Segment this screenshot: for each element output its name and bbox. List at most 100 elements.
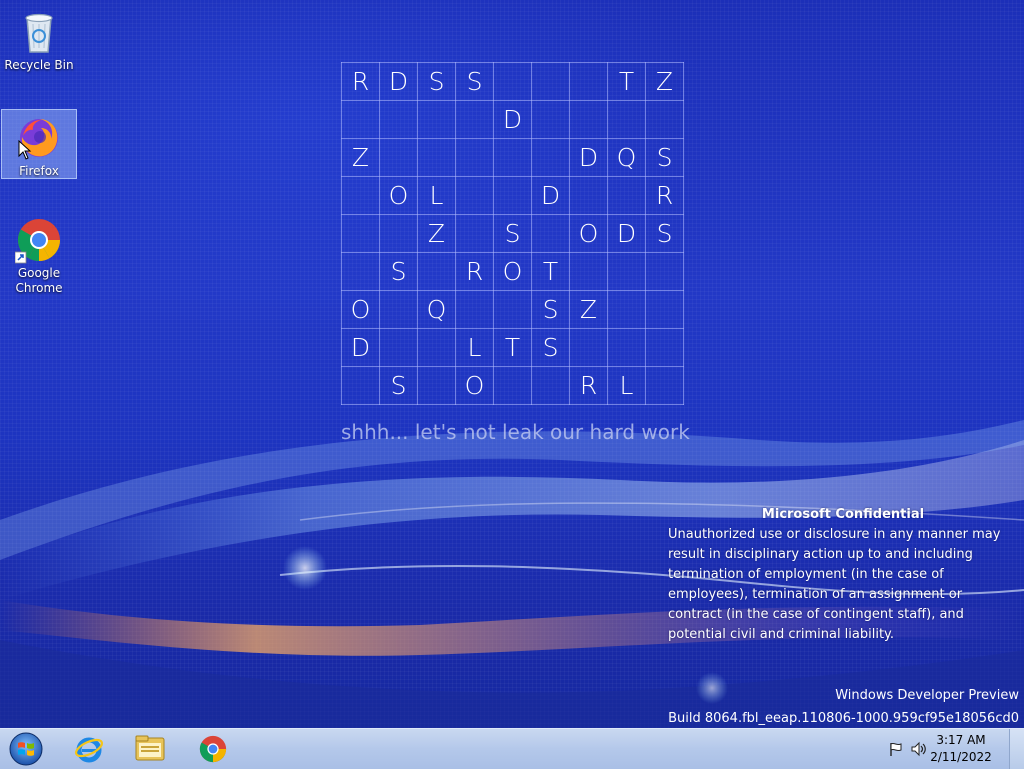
puzzle-cell — [645, 252, 684, 291]
taskbar-internet-explorer[interactable] — [63, 731, 115, 767]
taskbar: 3:17 AM 2/11/2022 — [0, 728, 1024, 769]
puzzle-cell: S — [455, 62, 494, 101]
desktop-icon-firefox[interactable]: Firefox — [1, 109, 77, 179]
puzzle-cell: R — [341, 62, 380, 101]
puzzle-cell — [417, 366, 456, 405]
puzzle-cell: Z — [417, 214, 456, 253]
puzzle-cell: D — [493, 100, 532, 139]
recycle-bin-icon — [25, 13, 53, 53]
puzzle-cell — [341, 252, 380, 291]
puzzle-cell: S — [531, 290, 570, 329]
puzzle-cell: S — [379, 366, 418, 405]
puzzle-cell — [569, 328, 608, 367]
start-button[interactable] — [0, 731, 52, 767]
puzzle-cell — [645, 366, 684, 405]
puzzle-cell — [341, 100, 380, 139]
puzzle-cell — [341, 214, 380, 253]
puzzle-row: D — [341, 100, 684, 139]
internet-explorer-icon — [74, 737, 104, 763]
puzzle-row: SROT — [341, 252, 684, 291]
desktop-icon-label: Firefox — [19, 164, 59, 178]
puzzle-cell: R — [569, 366, 608, 405]
show-desktop-button[interactable] — [1009, 729, 1024, 769]
mouse-cursor-icon — [18, 140, 32, 160]
puzzle-cell — [607, 176, 646, 215]
desktop-icon-recycle-bin[interactable]: Recycle Bin — [1, 4, 77, 74]
puzzle-cell: Z — [645, 62, 684, 101]
puzzle-cell: R — [645, 176, 684, 215]
puzzle-cell — [455, 100, 494, 139]
puzzle-row: OL D R — [341, 176, 684, 215]
puzzle-cell: O — [569, 214, 608, 253]
puzzle-cell — [607, 290, 646, 329]
puzzle-cell — [493, 366, 532, 405]
puzzle-cell — [341, 176, 380, 215]
puzzle-cell — [379, 290, 418, 329]
puzzle-cell: T — [531, 252, 570, 291]
puzzle-cell — [379, 138, 418, 177]
system-tray: 3:17 AM 2/11/2022 — [884, 729, 1024, 769]
taskbar-google-chrome[interactable] — [187, 731, 239, 767]
puzzle-cell: S — [417, 62, 456, 101]
puzzle-cell: D — [341, 328, 380, 367]
puzzle-cell — [569, 176, 608, 215]
puzzle-cell: D — [607, 214, 646, 253]
puzzle-cell — [645, 290, 684, 329]
puzzle-cell: D — [531, 176, 570, 215]
puzzle-cell: S — [379, 252, 418, 291]
puzzle-cell — [531, 100, 570, 139]
puzzle-cell: O — [493, 252, 532, 291]
desktop-icon-label: Google Chrome — [15, 266, 63, 295]
puzzle-cell — [417, 138, 456, 177]
puzzle-cell — [531, 138, 570, 177]
taskbar-clock[interactable]: 3:17 AM 2/11/2022 — [926, 732, 996, 766]
puzzle-row: RDSS TZ — [341, 62, 684, 101]
puzzle-cell — [417, 328, 456, 367]
desktop-background: Recycle Bin Firefox Google Chrome RDSSTZ… — [0, 0, 1024, 728]
puzzle-cell — [607, 252, 646, 291]
puzzle-cell: Z — [341, 138, 380, 177]
puzzle-caption: shhh... let's not leak our hard work — [341, 420, 690, 444]
puzzle-cell — [569, 252, 608, 291]
puzzle-cell — [493, 138, 532, 177]
taskbar-file-explorer[interactable] — [125, 731, 177, 767]
puzzle-cell: D — [379, 62, 418, 101]
puzzle-cell: Z — [569, 290, 608, 329]
puzzle-cell: R — [455, 252, 494, 291]
puzzle-cell — [417, 252, 456, 291]
puzzle-cell — [493, 176, 532, 215]
puzzle-cell — [531, 214, 570, 253]
puzzle-cell: L — [417, 176, 456, 215]
puzzle-cell — [531, 366, 570, 405]
puzzle-cell — [607, 100, 646, 139]
puzzle-cell: O — [341, 290, 380, 329]
puzzle-cell — [341, 366, 380, 405]
puzzle-cell: S — [531, 328, 570, 367]
puzzle-cell — [379, 214, 418, 253]
watermark-edition: Windows Developer Preview — [835, 688, 1019, 703]
puzzle-cell — [493, 290, 532, 329]
puzzle-cell: S — [645, 214, 684, 253]
puzzle-cell: S — [645, 138, 684, 177]
puzzle-cell: Q — [417, 290, 456, 329]
puzzle-cell — [569, 100, 608, 139]
puzzle-cell — [455, 138, 494, 177]
puzzle-cell: D — [569, 138, 608, 177]
puzzle-cell — [417, 100, 456, 139]
puzzle-cell — [645, 100, 684, 139]
chrome-icon — [199, 735, 227, 763]
puzzle-row: OQ SZ — [341, 290, 684, 329]
clock-time: 3:17 AM — [936, 733, 986, 747]
action-center-flag-icon[interactable] — [888, 741, 904, 757]
puzzle-cell: O — [455, 366, 494, 405]
desktop-icon-google-chrome[interactable]: Google Chrome — [1, 212, 77, 298]
puzzle-row: Z DQS — [341, 138, 684, 177]
puzzle-cell: S — [493, 214, 532, 253]
puzzle-cell — [455, 214, 494, 253]
confidential-notice: Microsoft Confidential Unauthorized use … — [668, 505, 1018, 645]
puzzle-cell: L — [455, 328, 494, 367]
puzzle-cell: T — [607, 62, 646, 101]
puzzle-cell — [455, 290, 494, 329]
puzzle-cell — [379, 328, 418, 367]
puzzle-cell: T — [493, 328, 532, 367]
